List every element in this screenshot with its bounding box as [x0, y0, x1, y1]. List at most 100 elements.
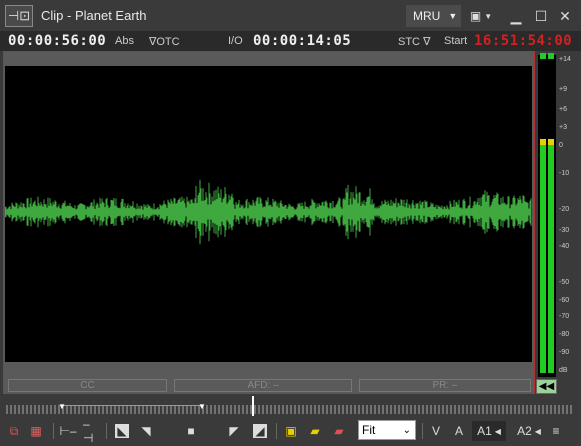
replace-edit-button[interactable]: ▰	[330, 421, 348, 441]
divider	[422, 423, 423, 439]
meter-left-level	[540, 145, 546, 373]
scale-label: -70	[559, 313, 570, 320]
step-forward-button[interactable]: ◢	[252, 421, 268, 441]
playhead[interactable]	[252, 396, 254, 416]
divider	[106, 423, 107, 439]
zoom-value: Fit	[362, 423, 376, 437]
peak-hold-left	[540, 53, 546, 59]
step-back-icon: ◣	[115, 424, 129, 438]
scale-label: -30	[559, 227, 570, 234]
link-viewer-button[interactable]: ⧉	[6, 421, 22, 441]
scale-label: -40	[559, 243, 570, 250]
pin-button[interactable]: ⊣⊡	[5, 5, 33, 27]
mark-in-button[interactable]: ◥	[140, 421, 152, 441]
scale-label: -50	[559, 279, 570, 286]
position-timecode[interactable]: 00:00:56:00	[8, 33, 106, 49]
link-windows-icon: ⧉	[9, 423, 19, 438]
otc-label: OTC	[156, 36, 180, 48]
divider	[276, 423, 277, 439]
chevron-down-icon: ⌄	[402, 424, 411, 436]
scale-label: -80	[559, 331, 570, 338]
otc-dropdown[interactable]: ∇OTC	[149, 35, 180, 48]
go-to-out-button[interactable]: –⊣	[83, 417, 99, 445]
minimize-button[interactable]: ▁	[505, 5, 527, 27]
small-speaker-icon: ◀	[494, 426, 501, 436]
scale-label: -20	[559, 206, 570, 213]
audio-track-toggle[interactable]: A	[453, 421, 465, 441]
window-title: Clip - Planet Earth	[41, 8, 147, 23]
overflow-menu-icon: ≡	[552, 424, 560, 438]
audio-channel-a1[interactable]: A1 ◀	[472, 421, 506, 441]
a2-label: A2	[517, 424, 532, 438]
meter-right-level	[548, 145, 554, 373]
io-timecode[interactable]: 00:00:14:05	[253, 33, 351, 49]
maximize-icon: ☐	[534, 7, 548, 24]
start-label: Start	[444, 35, 468, 47]
mark-in-handle[interactable]: ▼	[58, 402, 66, 411]
stop-button[interactable]: ■	[184, 421, 198, 441]
divider	[53, 423, 54, 439]
stop-icon: ■	[187, 424, 195, 438]
video-track-toggle[interactable]: V	[430, 421, 442, 441]
mark-out-button[interactable]: ◤	[228, 421, 240, 441]
scale-label: -10	[559, 170, 570, 177]
scale-label: 0	[559, 142, 563, 149]
scale-label: +6	[559, 106, 567, 113]
replace-edit-icon: ▰	[334, 424, 344, 438]
waveform-svg	[4, 179, 532, 245]
start-timecode[interactable]: 16:51:54:00	[474, 33, 572, 49]
overwrite-edit-button[interactable]: ▰	[306, 421, 324, 441]
chevron-down-icon: ▼	[448, 11, 458, 21]
pin-icon: ⊣⊡	[7, 8, 31, 23]
scale-label: dB	[559, 367, 568, 374]
insert-edit-button[interactable]: ▣	[283, 421, 299, 441]
chevron-down-icon: ▼	[484, 11, 493, 21]
mark-out-icon: ◤	[229, 424, 239, 438]
step-forward-icon: ◢	[253, 424, 267, 438]
scale-label: -60	[559, 297, 570, 304]
position-mode[interactable]: Abs	[115, 35, 134, 47]
in-out-range[interactable]	[61, 405, 203, 412]
afd-indicator: AFD: –	[174, 379, 352, 392]
peak-hold-right	[548, 53, 554, 59]
layout-icon: ▣	[469, 9, 482, 23]
mru-dropdown[interactable]: MRU ▼	[406, 5, 461, 27]
overwrite-edit-icon: ▰	[310, 424, 320, 438]
io-label: I/O	[228, 35, 243, 47]
stc-label: STC	[398, 36, 420, 48]
scale-label: +9	[559, 86, 567, 93]
cc-indicator: CC	[8, 379, 167, 392]
go-to-in-button[interactable]: ⊢–	[59, 421, 77, 441]
audio-waveform[interactable]	[4, 66, 532, 362]
maximize-button[interactable]: ☐	[530, 5, 552, 27]
close-icon: ✕	[559, 7, 571, 24]
layout-grid-button[interactable]: ▦	[28, 421, 44, 441]
triangle-down-icon: ∇	[423, 36, 431, 48]
audio-channel-a2[interactable]: A2 ◀	[514, 421, 544, 441]
speaker-icon: ◀◀	[538, 381, 555, 392]
title-bar: ⊣⊡ Clip - Planet Earth MRU ▼ ▣ ▼ ▁ ☐ ✕	[0, 0, 581, 31]
close-button[interactable]: ✕	[554, 5, 576, 27]
mark-out-handle[interactable]: ▼	[198, 402, 206, 411]
audio-meter: +14 +9 +6 +3 0 -10 -20 -30 -40 -50 -60 -…	[537, 51, 581, 394]
audio-mute-button[interactable]: ◀◀	[536, 379, 557, 394]
minimize-icon: ▁	[510, 7, 522, 24]
step-back-button[interactable]: ◣	[114, 421, 130, 441]
mru-label: MRU	[413, 9, 441, 23]
go-to-out-icon: –⊣	[83, 417, 94, 445]
timecode-bar: 00:00:56:00 Abs ∇OTC I/O 00:00:14:05 STC…	[0, 31, 581, 51]
layout-menu-button[interactable]: ▣ ▼	[466, 5, 496, 27]
grid-icon: ▦	[30, 424, 42, 438]
insert-edit-icon: ▣	[285, 424, 297, 438]
scale-label: -90	[559, 349, 570, 356]
mark-in-icon: ◥	[141, 424, 151, 438]
scale-label: +14	[559, 56, 571, 63]
scale-label: +3	[559, 124, 567, 131]
zoom-select[interactable]: Fit ⌄	[358, 420, 416, 440]
a1-label: A1	[477, 424, 492, 438]
more-options-button[interactable]: ≡	[549, 421, 563, 441]
transport-toolbar: ⧉ ▦ ⊢– –⊣ ◣ ◥ ■ ◤ ◢ ▣ ▰ ▰ Fit ⌄ V A A1 ◀ …	[0, 417, 581, 446]
stc-dropdown[interactable]: STC ∇	[398, 35, 430, 48]
small-speaker-icon: ◀	[534, 426, 541, 436]
go-to-in-icon: ⊢–	[59, 424, 77, 438]
